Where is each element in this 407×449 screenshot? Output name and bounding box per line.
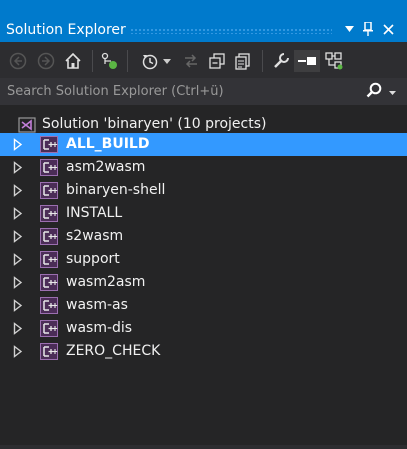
cpp-project-icon bbox=[40, 159, 58, 176]
search-button[interactable] bbox=[366, 82, 400, 101]
drag-grip[interactable] bbox=[130, 28, 332, 34]
back-icon[interactable] bbox=[7, 50, 29, 72]
sync-icon[interactable] bbox=[180, 50, 202, 72]
toolbar-separator bbox=[92, 50, 93, 72]
expand-arrow-icon[interactable] bbox=[13, 138, 23, 151]
toolbar bbox=[0, 42, 407, 78]
class-view-icon[interactable] bbox=[323, 50, 345, 72]
search-input[interactable] bbox=[0, 78, 360, 105]
preview-selected-items-icon[interactable] bbox=[294, 50, 320, 72]
cpp-project-icon bbox=[40, 228, 58, 245]
cpp-project-icon bbox=[40, 205, 58, 222]
home-icon[interactable] bbox=[62, 50, 84, 72]
solution-icon bbox=[18, 116, 36, 134]
project-node[interactable]: ZERO_CHECK bbox=[0, 340, 407, 363]
expand-arrow-icon[interactable] bbox=[13, 184, 23, 197]
project-node[interactable]: ALL_BUILD bbox=[0, 133, 407, 156]
project-label: binaryen-shell bbox=[66, 182, 166, 198]
expand-arrow-icon[interactable] bbox=[13, 207, 23, 220]
project-label: wasm2asm bbox=[66, 274, 146, 290]
project-label: wasm-as bbox=[66, 297, 128, 313]
pin-icon[interactable] bbox=[359, 20, 377, 38]
close-icon[interactable] bbox=[379, 20, 397, 38]
title-bar: Solution Explorer bbox=[0, 0, 407, 42]
project-node[interactable]: wasm2asm bbox=[0, 271, 407, 294]
solution-label: Solution 'binaryen' (10 projects) bbox=[42, 116, 267, 132]
toolbar-separator bbox=[262, 50, 263, 72]
cpp-project-icon bbox=[40, 343, 58, 360]
cpp-project-icon bbox=[40, 320, 58, 337]
show-all-files-icon[interactable] bbox=[232, 50, 254, 72]
chevron-down-icon bbox=[389, 84, 396, 99]
forward-icon[interactable] bbox=[35, 50, 57, 72]
project-node[interactable]: s2wasm bbox=[0, 225, 407, 248]
expand-arrow-icon[interactable] bbox=[13, 299, 23, 312]
history-icon[interactable] bbox=[139, 50, 161, 72]
expand-arrow-icon[interactable] bbox=[13, 161, 23, 174]
search-icon bbox=[366, 82, 382, 102]
search-box bbox=[0, 78, 407, 105]
project-node[interactable]: binaryen-shell bbox=[0, 179, 407, 202]
project-node[interactable]: support bbox=[0, 248, 407, 271]
project-label: wasm-dis bbox=[66, 320, 133, 336]
project-label: s2wasm bbox=[66, 228, 124, 244]
expand-arrow-icon[interactable] bbox=[13, 230, 23, 243]
project-label: support bbox=[66, 251, 120, 267]
toolbar-separator bbox=[127, 50, 128, 72]
project-node[interactable]: wasm-as bbox=[0, 294, 407, 317]
pending-changes-icon[interactable] bbox=[98, 50, 120, 72]
cpp-project-icon bbox=[40, 251, 58, 268]
expand-arrow-icon[interactable] bbox=[13, 345, 23, 358]
cpp-project-icon bbox=[40, 182, 58, 199]
project-label: ALL_BUILD bbox=[66, 136, 150, 152]
project-label: INSTALL bbox=[66, 205, 123, 221]
cpp-project-icon bbox=[40, 136, 58, 153]
collapse-all-icon[interactable] bbox=[206, 50, 228, 72]
project-label: ZERO_CHECK bbox=[66, 343, 161, 359]
chevron-down-icon[interactable] bbox=[160, 50, 174, 72]
cpp-project-icon bbox=[40, 274, 58, 291]
properties-icon[interactable] bbox=[270, 50, 292, 72]
expand-arrow-icon[interactable] bbox=[13, 276, 23, 289]
panel-title: Solution Explorer bbox=[6, 22, 126, 38]
bottom-border bbox=[0, 445, 407, 449]
dropdown-icon[interactable] bbox=[340, 20, 358, 38]
cpp-project-icon bbox=[40, 297, 58, 314]
project-node[interactable]: wasm-dis bbox=[0, 317, 407, 340]
project-node[interactable]: asm2wasm bbox=[0, 156, 407, 179]
expand-arrow-icon[interactable] bbox=[13, 253, 23, 266]
project-node[interactable]: INSTALL bbox=[0, 202, 407, 225]
expand-arrow-icon[interactable] bbox=[13, 322, 23, 335]
project-label: asm2wasm bbox=[66, 159, 146, 175]
